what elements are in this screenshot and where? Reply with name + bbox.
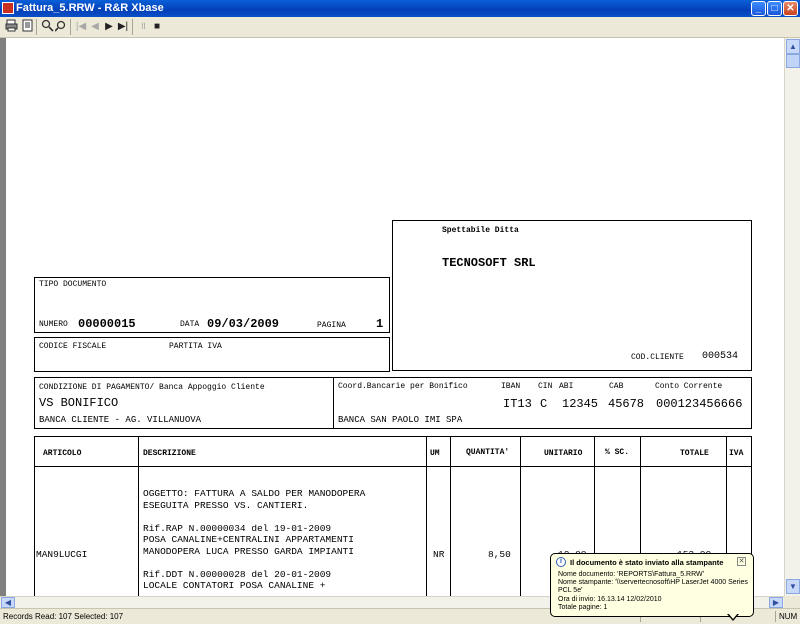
iban-value: IT13	[503, 397, 532, 411]
header-vat: IVA	[729, 449, 744, 458]
abi-label: ABI	[559, 382, 574, 391]
scroll-down-button[interactable]: ▼	[786, 579, 800, 594]
header-qty: QUANTITA'	[466, 448, 510, 457]
pause-icon[interactable]: ॥	[136, 19, 150, 34]
header-description: DESCRIZIONE	[143, 449, 196, 458]
records-status: Records Read: 107 Selected: 107	[3, 612, 124, 621]
notification-title: Il documento è stato inviato alla stampa…	[570, 558, 724, 567]
print-notification[interactable]: i Il documento è stato inviato alla stam…	[550, 553, 754, 621]
payment-method: VS BONIFICO	[39, 396, 119, 410]
stop-icon[interactable]: ■	[150, 19, 164, 34]
scroll-up-button[interactable]: ▲	[786, 39, 800, 54]
window-title: Fattura_5.RRW - R&R Xbase	[16, 2, 164, 14]
vat-label: PARTITA IVA	[169, 342, 222, 351]
description-line: MANODOPERA LUCA PRESSO GARDA IMPIANTI	[143, 545, 354, 557]
num-lock-indicator: NUM	[779, 612, 798, 621]
account-label: Conto Corrente	[655, 382, 723, 391]
header-total: TOTALE	[680, 449, 709, 458]
header-discount: % SC.	[605, 448, 630, 457]
minimize-button[interactable]: _	[751, 1, 766, 16]
last-page-icon[interactable]: ▶|	[116, 19, 130, 34]
description-line	[143, 511, 365, 523]
page-label: PAGINA	[317, 321, 346, 330]
next-page-icon[interactable]: ▶	[102, 19, 116, 34]
report-viewport[interactable]: Spettabile Ditta TECNOSOFT SRL COD.CLIEN…	[0, 38, 784, 596]
scroll-right-button[interactable]: ▶	[769, 597, 783, 608]
cin-value: C	[540, 397, 548, 411]
header-unit: UNITARIO	[544, 449, 583, 458]
header-article: ARTICOLO	[43, 449, 82, 458]
abi-value: 12345	[562, 397, 599, 411]
report-page: Spettabile Ditta TECNOSOFT SRL COD.CLIEN…	[6, 38, 784, 596]
close-icon[interactable]: ✕	[737, 557, 746, 566]
zoom-in-icon[interactable]	[40, 19, 54, 34]
iban-label: IBAN	[501, 382, 521, 391]
document-type-label: TIPO DOCUMENTO	[39, 280, 107, 289]
number-label: NUMERO	[39, 320, 68, 329]
account-value: 000123456666	[656, 397, 743, 411]
cab-label: CAB	[609, 382, 624, 391]
scroll-left-button[interactable]: ◀	[1, 597, 15, 608]
item-um: NR	[433, 549, 445, 560]
size-grip[interactable]	[784, 596, 800, 608]
item-qty: 8,50	[488, 549, 511, 560]
preview-icon[interactable]	[20, 19, 34, 34]
close-button[interactable]: ✕	[783, 1, 798, 16]
description-line: Rif.DDT N.00000028 del 20-01-2009	[143, 568, 332, 580]
header-um: UM	[430, 449, 440, 458]
bank-coords-label: Coord.Bancarie per Bonifico	[338, 382, 468, 391]
app-icon[interactable]	[2, 2, 14, 14]
document-number: 00000015	[78, 317, 136, 331]
description-line: LOCALE CONTATORI POSA CANALINE +	[143, 580, 326, 591]
cab-value: 45678	[608, 397, 645, 411]
title-bar: Fattura_5.RRW - R&R Xbase _ □ ✕	[0, 0, 800, 17]
description-line: ESEGUITA PRESSO VS. CANTIERI.	[143, 499, 309, 511]
vertical-scrollbar[interactable]: ▲ ▼	[784, 38, 800, 596]
beneficiary-bank: BANCA SAN PAOLO IMI SPA	[338, 415, 463, 425]
fiscal-code-label: CODICE FISCALE	[39, 342, 107, 351]
document-date: 09/03/2009	[207, 317, 280, 331]
maximize-button[interactable]: □	[767, 1, 782, 16]
item-description: OGGETTO: FATTURA A SALDO PER MANODOPERA …	[143, 488, 365, 592]
description-line: OGGETTO: FATTURA A SALDO PER MANODOPERA	[143, 488, 366, 499]
toolbar: |◀ ◀ ▶ ▶| ॥ ■	[0, 17, 800, 38]
cin-label: CIN	[538, 382, 553, 391]
page-number: 1	[376, 317, 384, 331]
zoom-out-icon[interactable]	[53, 19, 68, 34]
info-icon: i	[556, 557, 566, 567]
notification-line: Totale pagine: 1	[558, 604, 608, 611]
client-code-label: COD.CLIENTE	[631, 353, 684, 362]
item-article: MAN9LUCGI	[36, 549, 88, 560]
print-icon[interactable]	[4, 19, 18, 34]
description-line: Rif.RAP N.00000034 del 19-01-2009	[143, 522, 332, 534]
addressee-box	[392, 220, 752, 371]
description-line	[143, 557, 365, 569]
prev-page-icon[interactable]: ◀	[88, 19, 102, 34]
client-bank: BANCA CLIENTE - AG. VILLANUOVA	[39, 415, 202, 425]
notification-line: PCL 5e'	[558, 587, 583, 594]
addressee-label: Spettabile Ditta	[442, 226, 519, 235]
notification-line: Nome stampante: '\\servertecnosoft\HP La…	[558, 579, 748, 586]
addressee-name: TECNOSOFT SRL	[442, 256, 536, 270]
notification-line: Nome documento: 'REPORTS\Fattura_5.RRW'	[558, 571, 704, 578]
notification-line: Ora di invio: 16.13.14 12/02/2010	[558, 596, 662, 603]
date-label: DATA	[180, 320, 200, 329]
client-code: 000534	[702, 351, 739, 362]
vertical-scroll-thumb[interactable]	[786, 54, 800, 68]
first-page-icon[interactable]: |◀	[74, 19, 88, 34]
description-line: POSA CANALINE+CENTRALINI APPARTAMENTI	[143, 534, 354, 545]
payment-label: CONDIZIONE DI PAGAMENTO/ Banca Appoggio …	[39, 383, 265, 392]
